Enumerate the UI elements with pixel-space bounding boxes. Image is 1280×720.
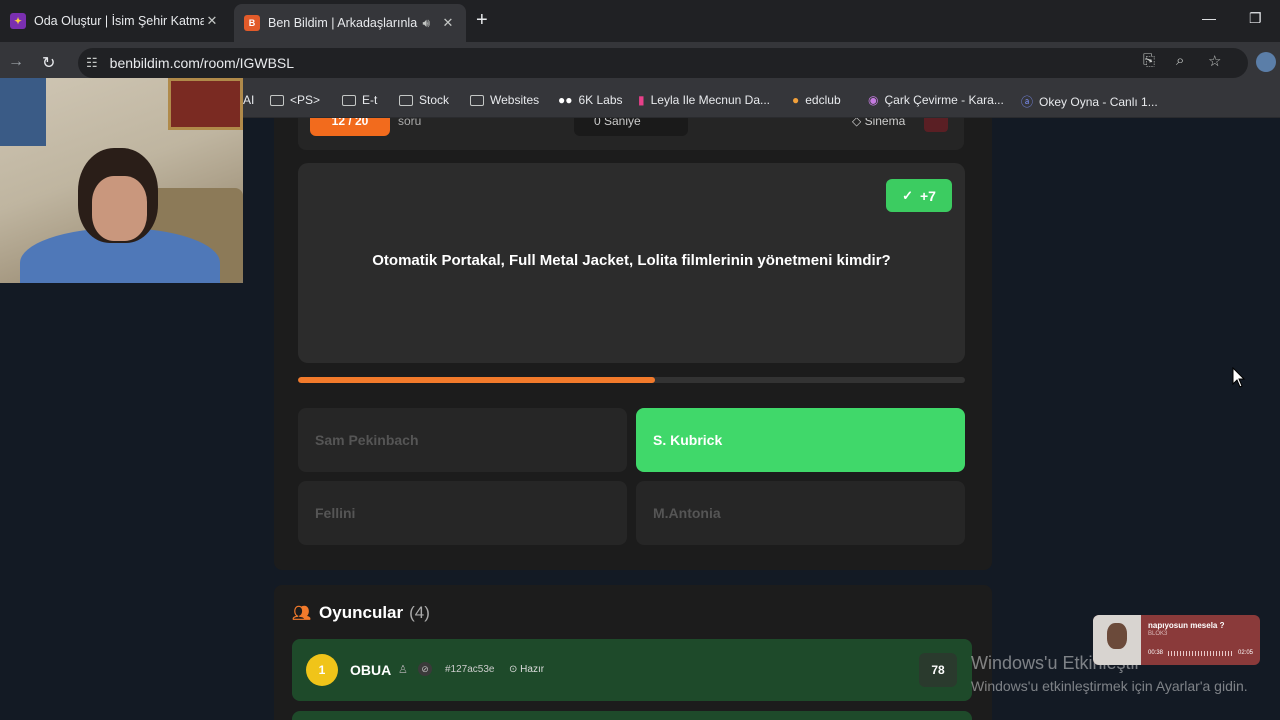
url-text: benbildim.com/room/IGWBSL: [109, 55, 295, 71]
zoom-icon[interactable]: ⌕: [1176, 52, 1184, 69]
category-label: ◇ Sinema: [852, 118, 906, 128]
okey-icon: ⓐ: [1021, 95, 1034, 109]
windows-activation-subtitle: Windows'u etkinleştirmek için Ayarlar'a …: [971, 678, 1248, 694]
folder-icon: [399, 94, 413, 106]
tab-title: Oda Oluştur | İsim Şehir Katman: [34, 14, 204, 28]
track-artist: BLOK3: [1148, 631, 1168, 637]
minimize-icon[interactable]: —: [1202, 10, 1216, 26]
track-total: 02:05: [1238, 650, 1254, 656]
question-meta-row: 12 / 20 soru 0 Saniye ◇ Sinema: [298, 118, 964, 150]
bookmark-6k-labs[interactable]: ●● 6K Labs: [558, 93, 623, 107]
install-app-icon[interactable]: ⎘: [1143, 52, 1155, 69]
bookmark-leyla-ile-mecnun[interactable]: ▮ Leyla Ile Mecnun Da...: [638, 93, 770, 107]
edclub-icon: ●: [792, 93, 800, 107]
bookmark-star-icon[interactable]: ☆: [1208, 52, 1221, 70]
answer-option-1[interactable]: Sam Pekinbach: [298, 408, 627, 472]
close-icon[interactable]: ✕: [204, 13, 220, 29]
bookmark-cark-cevirme[interactable]: ◉ Çark Çevirme - Kara...: [868, 93, 1004, 107]
tab-strip: ✦ Oda Oluştur | İsim Şehir Katman ✕ B Be…: [0, 0, 1280, 42]
profile-avatar[interactable]: [1256, 52, 1276, 72]
bookmark-ai[interactable]: AI: [243, 93, 254, 107]
players-count: (4): [409, 603, 430, 622]
bookmark-edclub[interactable]: ● edclub: [792, 93, 841, 107]
category-icon: [924, 118, 948, 132]
bookmark-stock-folder[interactable]: Stock: [399, 93, 449, 107]
forward-arrow-icon[interactable]: →: [8, 53, 24, 71]
users-icon: 👥︎: [292, 605, 312, 622]
timer-text: 0 Saniye: [594, 118, 641, 128]
bookmark-okey-oyna[interactable]: ⓐ Okey Oyna - Canlı 1...: [1021, 93, 1158, 110]
answer-option-3[interactable]: Fellini: [298, 481, 627, 545]
labs-icon: ●●: [558, 93, 573, 107]
folder-icon: [270, 94, 284, 106]
time-progress-bar: [298, 377, 965, 383]
track-elapsed: 00:38: [1148, 650, 1164, 656]
bookmark-icon: ▮: [638, 93, 645, 107]
user-icon: ♙: [398, 664, 408, 676]
player-id: #127ac53e: [445, 664, 495, 675]
answer-option-4[interactable]: M.Antonia: [636, 481, 965, 545]
new-tab-button[interactable]: +: [476, 9, 488, 32]
album-art: [1093, 615, 1141, 665]
question-text: Otomatik Portakal, Full Metal Jacket, Lo…: [372, 252, 891, 269]
score-gain-badge: ✓ +7: [886, 179, 952, 212]
folder-icon: [470, 94, 484, 106]
track-title: napıyosun mesela ?: [1148, 621, 1225, 630]
tab-ben-bildim[interactable]: B Ben Bildim | Arkadaşlarınla 🔊︎ ✕: [234, 4, 466, 42]
answer-option-2-correct[interactable]: S. Kubrick: [636, 408, 965, 472]
speaker-icon[interactable]: 🔊︎: [422, 16, 430, 31]
player-row: [292, 711, 972, 720]
webcam-person-face: [92, 176, 147, 241]
webcam-overlay: [0, 78, 243, 283]
wheel-icon: ◉: [868, 93, 879, 107]
player-row: 1 OBUA ♙ ⊘ #127ac53e ⊙ Hazır 78: [292, 639, 972, 701]
tab-title: Ben Bildim | Arkadaşlarınla: [268, 16, 418, 30]
question-card: ✓ +7 Otomatik Portakal, Full Metal Jacke…: [298, 163, 965, 363]
reload-icon[interactable]: ↻: [42, 53, 55, 73]
folder-icon: [342, 94, 356, 106]
site-settings-icon[interactable]: ☷: [86, 55, 98, 71]
soru-label: soru: [398, 118, 422, 128]
waveform: [1168, 651, 1234, 656]
rank-badge: 1: [306, 654, 338, 686]
webcam-picture-frame: [168, 78, 243, 130]
time-progress-fill: [298, 377, 655, 383]
player-name: OBUA: [350, 662, 392, 678]
players-heading: 👥︎ Oyuncular (4): [292, 603, 430, 622]
bookmark-websites-folder[interactable]: Websites: [470, 93, 539, 107]
isim-sehir-favicon-icon: ✦: [10, 13, 26, 29]
kick-player-icon[interactable]: ⊘: [418, 662, 432, 676]
bookmark-et-folder[interactable]: E-t: [342, 93, 377, 107]
close-icon[interactable]: ✕: [440, 15, 456, 31]
now-playing-widget[interactable]: napıyosun mesela ? BLOK3 00:38 02:05: [1093, 615, 1260, 665]
player-score: 78: [919, 653, 957, 687]
timer-pill: 0 Saniye: [574, 118, 688, 136]
checkmark-icon: ✓: [902, 187, 913, 203]
restore-icon[interactable]: ❐: [1249, 10, 1262, 27]
webcam-poster: [0, 78, 46, 146]
tab-oda-olustur[interactable]: ✦ Oda Oluştur | İsim Şehir Katman ✕: [0, 6, 230, 36]
question-progress-badge: 12 / 20: [310, 118, 390, 136]
player-status: ⊙ Hazır: [509, 664, 545, 675]
bookmark-ps-folder[interactable]: <PS>: [270, 93, 320, 107]
ben-bildim-favicon-icon: B: [244, 15, 260, 31]
address-bar[interactable]: ☷ benbildim.com/room/IGWBSL: [78, 48, 1248, 78]
